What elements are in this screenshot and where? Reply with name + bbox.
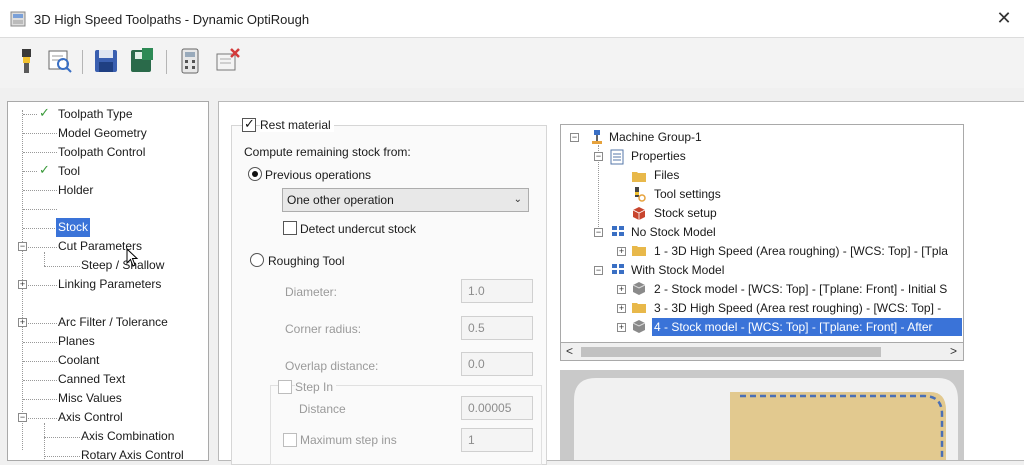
rest-material-label: Rest material <box>260 118 334 132</box>
tree-item-toolpath-type[interactable]: Toolpath Type <box>58 105 133 124</box>
stock-model-icon <box>632 320 646 333</box>
collapse-icon[interactable]: − <box>594 152 603 161</box>
tree-item-tool[interactable]: Tool <box>58 162 80 181</box>
tree-item-steep-shallow[interactable]: Steep / Shallow <box>81 256 164 275</box>
save-all-icon[interactable] <box>128 46 156 76</box>
tree-tool-settings[interactable]: Tool settings <box>654 185 721 203</box>
title-bar: 3D High Speed Toolpaths - Dynamic OptiRo… <box>0 0 1024 38</box>
maximum-step-ins-field[interactable]: 1 <box>461 428 533 452</box>
horizontal-scrollbar[interactable]: < > <box>560 342 964 361</box>
roughing-tool-radio[interactable] <box>250 253 264 267</box>
corner-radius-label: Corner radius: <box>285 322 362 336</box>
mouse-cursor-icon <box>126 248 139 267</box>
tree-files[interactable]: Files <box>654 166 679 184</box>
tree-item-coolant[interactable]: Coolant <box>58 351 99 370</box>
expand-icon[interactable]: + <box>18 318 27 327</box>
stock-preview-graphic <box>560 370 964 460</box>
collapse-icon[interactable]: − <box>570 133 579 142</box>
app-icon <box>10 11 26 27</box>
stock-setup-icon <box>632 207 646 220</box>
scrollbar-thumb[interactable] <box>581 347 881 357</box>
collapse-icon[interactable]: − <box>594 228 603 237</box>
window-title: 3D High Speed Toolpaths - Dynamic OptiRo… <box>34 12 310 27</box>
expand-icon[interactable]: + <box>617 247 626 256</box>
previous-operations-label: Previous operations <box>265 168 372 182</box>
machine-icon <box>592 130 602 144</box>
tree-operation-1[interactable]: 1 - 3D High Speed (Area roughing) - [WCS… <box>654 242 948 260</box>
roughing-tool-label: Roughing Tool <box>268 254 345 268</box>
check-icon: ✓ <box>39 162 50 177</box>
close-icon[interactable]: ✕ <box>994 8 1014 28</box>
tree-machine-group[interactable]: Machine Group-1 <box>609 128 702 146</box>
tree-stock-setup[interactable]: Stock setup <box>654 204 717 222</box>
tree-item-toolpath-control[interactable]: Toolpath Control <box>58 143 145 162</box>
tree-operation-3[interactable]: 3 - 3D High Speed (Area rest roughing) -… <box>654 299 941 317</box>
operation-group-icon <box>612 264 624 274</box>
folder-icon <box>632 303 646 313</box>
rest-material-checkbox[interactable] <box>242 116 256 132</box>
toolbar-separator <box>82 50 83 74</box>
distance-field[interactable]: 0.00005 <box>461 396 533 420</box>
tree-item-misc-values[interactable]: Misc Values <box>58 389 122 408</box>
folder-icon <box>632 246 646 256</box>
step-in-label: Step In <box>295 380 337 394</box>
tree-item-arc-filter[interactable]: Arc Filter / Tolerance <box>58 313 168 332</box>
collapse-icon[interactable]: − <box>594 266 603 275</box>
expand-icon[interactable]: + <box>617 323 626 332</box>
expand-icon[interactable]: + <box>617 285 626 294</box>
operations-tree: − Machine Group-1 − Properties Files Too… <box>560 124 964 361</box>
tree-no-stock-model[interactable]: No Stock Model <box>631 223 716 241</box>
tree-item-planes[interactable]: Planes <box>58 332 95 351</box>
chevron-down-icon: ⌄ <box>513 194 522 205</box>
detect-undercut-label: Detect undercut stock <box>300 222 417 236</box>
parameter-tree: ✓ Toolpath Type Model Geometry Toolpath … <box>7 101 209 461</box>
stock-model-icon <box>632 282 646 295</box>
diameter-field[interactable]: 1.0 <box>461 279 533 303</box>
detect-undercut-checkbox[interactable] <box>283 221 297 235</box>
overlap-distance-field[interactable]: 0.0 <box>461 352 533 376</box>
collapse-icon[interactable]: − <box>18 242 27 251</box>
check-icon: ✓ <box>39 105 50 120</box>
toolbar <box>0 38 1024 88</box>
previous-operations-radio[interactable] <box>248 167 262 181</box>
toolbar-separator <box>166 50 167 74</box>
calculator-icon[interactable] <box>176 46 204 76</box>
distance-label: Distance <box>299 402 346 416</box>
preview-icon[interactable] <box>46 46 74 76</box>
save-icon[interactable] <box>92 46 120 76</box>
tree-item-stock[interactable]: Stock <box>56 218 91 237</box>
corner-radius-field[interactable]: 0.5 <box>461 316 533 340</box>
tree-with-stock-model[interactable]: With Stock Model <box>631 261 724 279</box>
tree-item-axis-combination[interactable]: Axis Combination <box>81 427 174 446</box>
tree-item-linking-parameters[interactable]: Linking Parameters <box>58 275 161 294</box>
tree-operation-4[interactable]: 4 - Stock model - [WCS: Top] - [Tplane: … <box>652 318 962 336</box>
tree-properties[interactable]: Properties <box>631 147 686 165</box>
expand-icon[interactable]: + <box>617 304 626 313</box>
diameter-label: Diameter: <box>285 285 338 299</box>
operation-select[interactable]: One other operation ⌄ <box>282 188 529 212</box>
folder-icon <box>632 172 646 182</box>
operation-group-icon <box>612 226 624 236</box>
tool-icon[interactable] <box>12 46 40 76</box>
maximum-step-ins-checkbox[interactable] <box>283 433 297 447</box>
maximum-step-ins-label: Maximum step ins <box>300 433 397 447</box>
tree-item-canned-text[interactable]: Canned Text <box>58 370 125 389</box>
tool-settings-icon <box>635 187 646 202</box>
scroll-right-icon[interactable]: > <box>950 344 957 358</box>
tree-item-holder[interactable]: Holder <box>58 181 93 200</box>
operation-select-value: One other operation <box>287 193 394 207</box>
collapse-icon[interactable]: − <box>18 413 27 422</box>
tree-operation-2[interactable]: 2 - Stock model - [WCS: Top] - [Tplane: … <box>654 280 947 298</box>
tree-item-axis-control[interactable]: Axis Control <box>58 408 123 427</box>
tree-item-model-geometry[interactable]: Model Geometry <box>58 124 147 143</box>
delete-icon[interactable] <box>214 46 242 76</box>
overlap-distance-label: Overlap distance: <box>285 359 379 373</box>
stock-preview <box>560 370 964 460</box>
step-in-checkbox[interactable] <box>278 380 292 394</box>
scroll-left-icon[interactable]: < <box>566 344 573 358</box>
expand-icon[interactable]: + <box>18 280 27 289</box>
properties-icon <box>610 149 624 165</box>
compute-from-label: Compute remaining stock from: <box>244 145 411 159</box>
